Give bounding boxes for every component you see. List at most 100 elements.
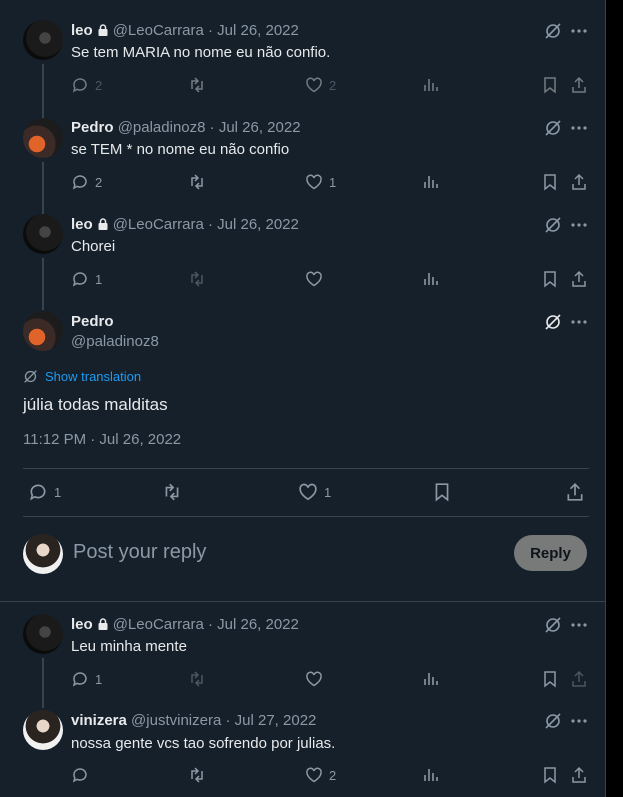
conversation-timeline: leo @LeoCarrara · Jul 26, 2022 Se tem MAR… bbox=[0, 0, 606, 797]
retweet-button[interactable] bbox=[188, 172, 206, 192]
share-icon bbox=[572, 76, 586, 93]
reply-submit-button[interactable]: Reply bbox=[514, 535, 587, 571]
reply-button[interactable]: 1 bbox=[71, 669, 102, 689]
retweet-button[interactable] bbox=[188, 669, 206, 689]
reply-post[interactable]: leo @LeoCarrara · Jul 26, 2022 Chorei 1 bbox=[0, 214, 605, 310]
reply-button[interactable] bbox=[71, 765, 89, 785]
author-name[interactable]: Pedro bbox=[71, 313, 114, 330]
grok-icon[interactable] bbox=[544, 22, 562, 40]
reply-button[interactable]: 2 bbox=[71, 75, 102, 95]
bookmark-button[interactable] bbox=[541, 765, 559, 785]
like-icon bbox=[306, 174, 322, 190]
post-date[interactable]: · Jul 26, 2022 bbox=[208, 616, 299, 633]
views-button[interactable] bbox=[422, 669, 440, 689]
like-button[interactable]: 1 bbox=[305, 172, 336, 192]
like-button[interactable]: 2 bbox=[305, 765, 336, 785]
share-button[interactable] bbox=[570, 75, 588, 95]
author-name[interactable]: leo bbox=[71, 22, 93, 39]
avatar[interactable] bbox=[23, 710, 63, 750]
author-name[interactable]: vinizera bbox=[71, 712, 127, 729]
share-button[interactable] bbox=[570, 669, 588, 689]
avatar[interactable] bbox=[23, 614, 63, 654]
reply-post[interactable]: Pedro @paladinoz8 · Jul 26, 2022 se TEM … bbox=[0, 118, 605, 214]
author-name[interactable]: leo bbox=[71, 616, 93, 633]
share-button[interactable] bbox=[570, 172, 588, 192]
reply-post[interactable]: leo @LeoCarrara · Jul 26, 2022 Leu minha … bbox=[0, 614, 605, 708]
author-handle[interactable]: @LeoCarrara bbox=[113, 616, 204, 633]
thread-line bbox=[42, 658, 44, 708]
retweet-button[interactable] bbox=[188, 75, 206, 95]
more-icon[interactable] bbox=[570, 712, 588, 730]
grok-icon[interactable] bbox=[544, 216, 562, 234]
divider bbox=[23, 516, 589, 517]
like-button[interactable] bbox=[305, 669, 323, 689]
bookmark-button[interactable] bbox=[432, 482, 452, 502]
composer-avatar[interactable] bbox=[23, 534, 63, 574]
author-handle[interactable]: @paladinoz8 bbox=[118, 119, 206, 136]
lock-icon bbox=[98, 618, 108, 630]
grok-icon[interactable] bbox=[544, 616, 562, 634]
show-translation-link[interactable]: Show translation bbox=[23, 369, 141, 384]
reply-post[interactable]: vinizera @justvinizera · Jul 27, 2022 no… bbox=[0, 710, 605, 795]
grok-icon[interactable] bbox=[544, 119, 562, 137]
more-icon[interactable] bbox=[570, 616, 588, 634]
post-date[interactable]: · Jul 26, 2022 bbox=[208, 216, 299, 233]
like-button[interactable]: 2 bbox=[305, 75, 336, 95]
share-icon bbox=[567, 483, 583, 501]
grok-icon[interactable] bbox=[544, 313, 562, 331]
avatar[interactable] bbox=[23, 214, 63, 254]
more-icon[interactable] bbox=[570, 119, 588, 137]
views-button[interactable] bbox=[422, 269, 440, 289]
bookmark-button[interactable] bbox=[541, 269, 559, 289]
views-icon bbox=[424, 769, 438, 781]
section-divider bbox=[0, 601, 605, 602]
share-button[interactable] bbox=[565, 482, 585, 502]
share-icon bbox=[572, 173, 586, 190]
avatar[interactable] bbox=[23, 20, 63, 60]
views-button[interactable] bbox=[422, 172, 440, 192]
reply-button[interactable]: 1 bbox=[71, 269, 102, 289]
retweet-icon bbox=[191, 767, 203, 783]
lock-icon bbox=[98, 24, 108, 36]
reply-button[interactable]: 2 bbox=[71, 172, 102, 192]
avatar[interactable] bbox=[23, 311, 63, 351]
bookmark-icon bbox=[544, 174, 556, 191]
avatar[interactable] bbox=[23, 118, 63, 158]
reply-button[interactable]: 1 bbox=[28, 482, 61, 502]
like-icon bbox=[306, 671, 322, 687]
like-button[interactable] bbox=[305, 269, 323, 289]
views-button[interactable] bbox=[422, 75, 440, 95]
retweet-button[interactable] bbox=[188, 765, 206, 785]
more-icon[interactable] bbox=[570, 22, 588, 40]
share-icon bbox=[572, 270, 586, 287]
scrollbar[interactable] bbox=[606, 0, 623, 797]
like-button[interactable]: 1 bbox=[298, 482, 331, 502]
reply-input[interactable]: Post your reply bbox=[73, 541, 206, 564]
author-name[interactable]: Pedro bbox=[71, 119, 114, 136]
bookmark-button[interactable] bbox=[541, 172, 559, 192]
views-button[interactable] bbox=[422, 765, 440, 785]
author-handle[interactable]: @LeoCarrara bbox=[113, 22, 204, 39]
reply-icon bbox=[72, 768, 87, 783]
post-date[interactable]: · Jul 26, 2022 bbox=[208, 22, 299, 39]
post-timestamp[interactable]: 11:12 PM · Jul 26, 2022 bbox=[23, 431, 181, 448]
thread-line bbox=[42, 258, 44, 310]
retweet-button[interactable] bbox=[162, 482, 182, 502]
post-date[interactable]: · Jul 27, 2022 bbox=[225, 712, 316, 729]
more-icon[interactable] bbox=[570, 313, 588, 331]
share-button[interactable] bbox=[570, 269, 588, 289]
more-icon[interactable] bbox=[570, 216, 588, 234]
grok-icon[interactable] bbox=[544, 712, 562, 730]
bookmark-button[interactable] bbox=[541, 669, 559, 689]
author-handle[interactable]: @paladinoz8 bbox=[71, 333, 159, 350]
reply-post[interactable]: leo @LeoCarrara · Jul 26, 2022 Se tem MAR… bbox=[0, 20, 605, 132]
share-button[interactable] bbox=[570, 765, 588, 785]
author-handle[interactable]: @justvinizera bbox=[131, 712, 221, 729]
retweet-button[interactable] bbox=[188, 269, 206, 289]
author-name[interactable]: leo bbox=[71, 216, 93, 233]
like-icon bbox=[306, 271, 322, 287]
bookmark-button[interactable] bbox=[541, 75, 559, 95]
post-date[interactable]: · Jul 26, 2022 bbox=[210, 119, 301, 136]
author-handle[interactable]: @LeoCarrara bbox=[113, 216, 204, 233]
reply-icon bbox=[72, 78, 87, 93]
